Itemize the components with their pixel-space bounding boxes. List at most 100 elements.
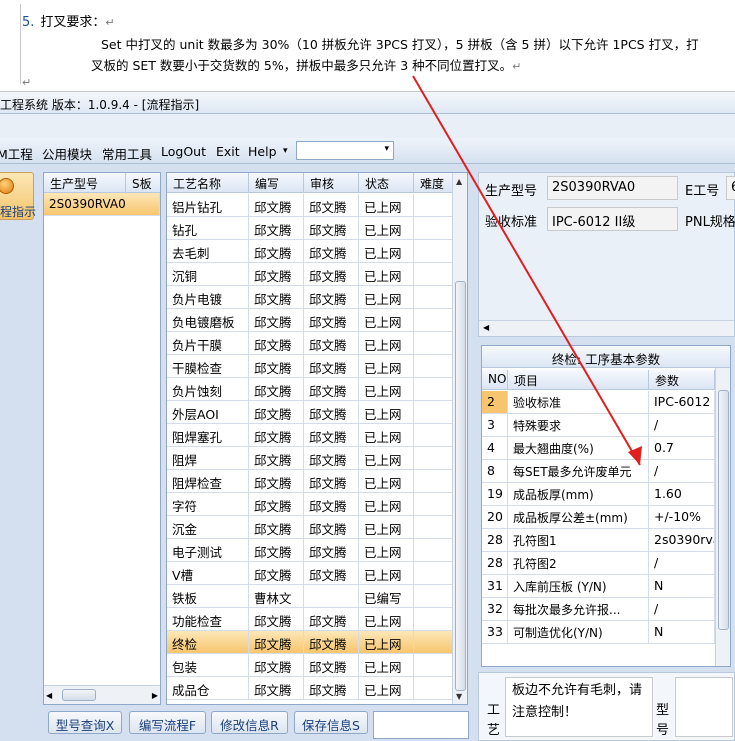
scroll-thumb[interactable] [455,281,466,691]
eng-no-label: E工号 [685,184,720,199]
table-row[interactable]: 铝片钻孔 邱文腾 邱文腾 已上网 [167,194,467,217]
table-row[interactable]: 28 孔符图2/ [482,552,730,575]
table-row[interactable]: 沉金 邱文腾 邱文腾 已上网 [167,516,467,539]
menu-exit[interactable]: Exit [216,144,240,159]
status-cell: 已上网 [359,217,414,240]
reviewer-cell: 邱文腾 [304,309,359,332]
table-row[interactable]: 2 验收标准 IPC-6012 [482,391,730,414]
menu-logout[interactable]: LogOut [161,144,206,159]
author-cell: 邱文腾 [249,378,304,401]
table-row[interactable]: 8 每SET最多允许废单元 / [482,460,730,483]
chevron-down-icon[interactable]: ▾ [283,146,288,156]
table-row[interactable]: 负电镀磨板 邱文腾 邱文腾 已上网 [167,309,467,332]
modify-info-button[interactable]: 修改信息R [211,711,288,734]
params-grid: 终检: 工序基本参数 NO 项目 参数 2 验收标准 IPC-6012 3 特殊要求/4… [481,345,731,667]
difficulty-cell [414,608,454,631]
author-cell: 邱文腾 [249,401,304,424]
window-title-bar: 工程系统 版本：1.0.9.4 - [流程指示] [0,92,735,114]
eng-no-field[interactable]: 6 [726,176,735,200]
table-row[interactable]: 钻孔 邱文腾 邱文腾 已上网 [167,217,467,240]
scroll-down-icon[interactable]: ▼ [456,692,462,701]
menu-help[interactable]: Help [248,144,277,159]
table-row[interactable]: 字符 邱文腾 邱文腾 已上网 [167,493,467,516]
scroll-right-icon[interactable]: ▶ [152,691,158,700]
table-row[interactable]: 阻焊 邱文腾 邱文腾 已上网 [167,447,467,470]
table-row[interactable]: 终检 邱文腾 邱文腾 已上网 [167,631,467,654]
table-row[interactable]: 3 特殊要求 / [482,414,730,437]
table-row[interactable]: 阻焊检查 邱文腾 邱文腾 已上网 [167,470,467,493]
scroll-left-icon[interactable]: ◀ [46,691,52,700]
reviewer-cell: 邱文腾 [304,470,359,493]
table-row[interactable]: 33 可制造优化(Y/N) N [482,621,730,644]
menu-common-tools[interactable]: 常用工具 [102,144,152,163]
horizontal-scrollbar[interactable]: ◀ [479,320,734,336]
reviewer-cell: 邱文腾 [304,493,359,516]
table-row[interactable]: 20 成品板厚公差±(mm) +/-10% [482,506,730,529]
chevron-down-icon[interactable]: ▾ [384,144,389,154]
table-row[interactable]: 负片电镀 邱文腾 邱文腾 已上网 [167,286,467,309]
scroll-thumb[interactable] [62,689,96,701]
bottom-input-field[interactable] [373,711,469,739]
col-header-difficulty[interactable]: 难度 [414,173,454,193]
table-row[interactable]: 铁板 曹林文 已编写 [167,585,467,608]
table-row[interactable]: 去毛刺 邱文腾 邱文腾 已上网 [167,240,467,263]
reviewer-cell: 邱文腾 [304,378,359,401]
col-header-process[interactable]: 工艺名称 [167,173,249,193]
status-cell: 已上网 [359,608,414,631]
standard-value-field[interactable]: IPC-6012 II级 [547,207,678,231]
author-cell: 邱文腾 [249,631,304,654]
table-row[interactable]: 阻焊塞孔 邱文腾 邱文腾 已上网 [167,424,467,447]
col-header-item[interactable]: 项目 [508,370,649,390]
col-header-param[interactable]: 参数 [649,370,715,390]
col-header-author[interactable]: 编写 [249,173,304,193]
model-query-button[interactable]: 型号查询X [48,711,122,734]
process-name-cell: 负片干膜 [167,332,249,355]
param-item-cell: 验收标准 [508,391,649,414]
table-row[interactable]: 32 每批次最多允许报... / [482,598,730,621]
col-header-status[interactable]: 状态 [359,173,414,193]
param-no-cell: 8 [482,460,508,483]
table-row[interactable]: 干膜检查 邱文腾 邱文腾 已上网 [167,355,467,378]
col-header-no[interactable]: NO [482,370,508,390]
table-row[interactable]: 28 孔符图1 2s0390rva [482,529,730,552]
status-cell: 已上网 [359,378,414,401]
table-row[interactable]: 沉铜 邱文腾 邱文腾 已上网 [167,263,467,286]
menu-engineering[interactable]: M工程 [0,144,33,163]
table-row[interactable]: 19 成品板厚(mm) 1.60 [482,483,730,506]
difficulty-cell [414,654,454,677]
param-value-cell: IPC-6012 [649,391,715,414]
table-row[interactable]: 负片蚀刻 邱文腾 邱文腾 已上网 [167,378,467,401]
table-row[interactable]: 外层AOI 邱文腾 邱文腾 已上网 [167,401,467,424]
process-name-cell: 成品仓 [167,677,249,700]
save-info-button[interactable]: 保存信息S [294,711,368,734]
horizontal-scrollbar[interactable]: ◀ ▶ [44,685,160,704]
edit-flow-button[interactable]: 编写流程F [129,711,206,734]
table-row[interactable]: 成品仓 邱文腾 邱文腾 已上网 [167,677,467,700]
param-no-cell: 2 [482,391,508,414]
model-value-field[interactable]: 2S0390RVA0 [547,176,678,200]
scroll-thumb[interactable] [718,390,729,630]
table-row[interactable]: V槽 邱文腾 邱文腾 已上网 [167,562,467,585]
param-value-cell: / [649,552,715,575]
table-row[interactable]: 包装 邱文腾 邱文腾 已上网 [167,654,467,677]
col-header-reviewer[interactable]: 审核 [304,173,359,193]
table-row[interactable]: 31 入库前压板 (Y/N) N [482,575,730,598]
col-header-model[interactable]: 生产型号 [44,173,126,193]
menu-combo-box[interactable]: ▾ [296,141,394,160]
menu-public-modules[interactable]: 公用模块 [42,144,92,163]
table-row[interactable]: 负片干膜 邱文腾 邱文腾 已上网 [167,332,467,355]
difficulty-cell [414,309,454,332]
scroll-left-icon[interactable]: ◀ [483,323,489,332]
table-row[interactable]: 电子测试 邱文腾 邱文腾 已上网 [167,539,467,562]
flow-indicator-button[interactable]: 程指示 [0,172,36,220]
vertical-scrollbar[interactable]: ▲ ▼ [452,173,467,704]
vertical-scrollbar[interactable] [715,368,730,666]
scroll-up-icon[interactable]: ▲ [456,177,462,186]
reviewer-cell: 邱文腾 [304,562,359,585]
table-row[interactable]: 4 最大翘曲度(%) 0.7 [482,437,730,460]
col-header-s-board[interactable]: S板 [126,173,160,193]
table-row[interactable]: 2S0390RVA0 [44,193,160,216]
author-cell: 邱文腾 [249,424,304,447]
status-cell: 已上网 [359,401,414,424]
table-row[interactable]: 功能检查 邱文腾 邱文腾 已上网 [167,608,467,631]
